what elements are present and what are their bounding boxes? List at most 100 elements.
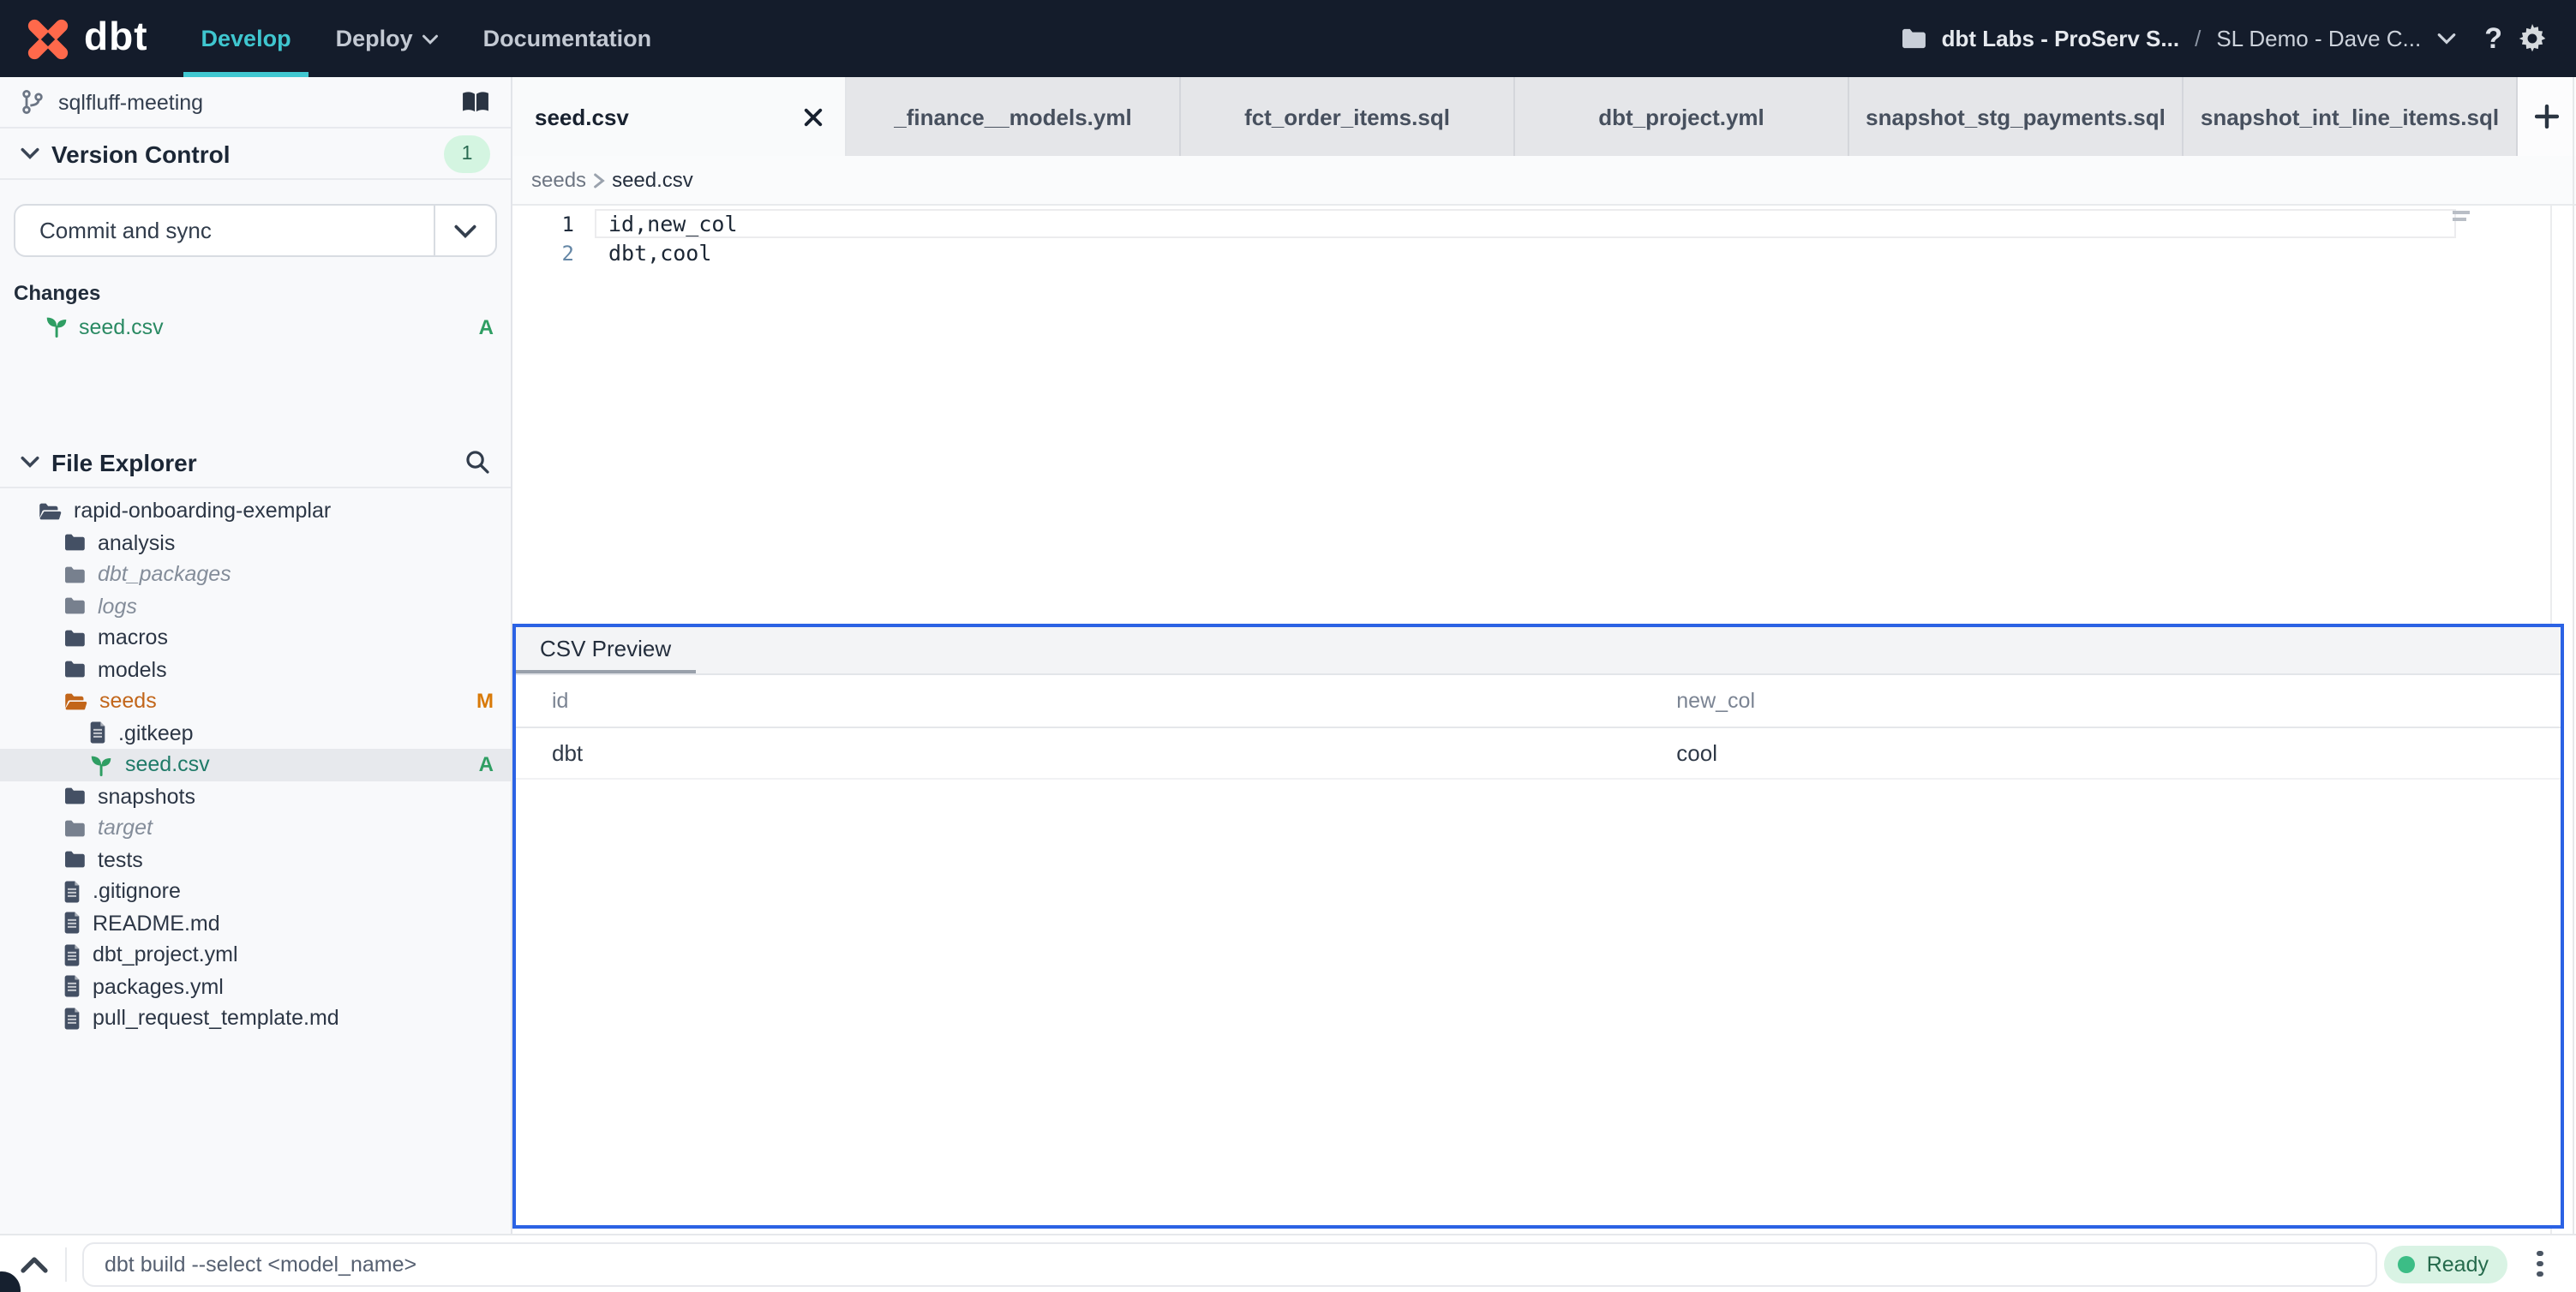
chevron-down-icon bbox=[454, 224, 476, 237]
account-name[interactable]: dbt Labs - ProServ S... bbox=[1942, 26, 2179, 51]
gear-icon[interactable] bbox=[2518, 24, 2547, 53]
tree-item-pull-request-template-md[interactable]: pull_request_template.md bbox=[0, 1002, 511, 1034]
folder-icon bbox=[1901, 27, 1926, 50]
tree-item-dbt-packages[interactable]: dbt_packages bbox=[0, 559, 511, 590]
dbt-command-input[interactable] bbox=[82, 1241, 2377, 1286]
git-status-badge: A bbox=[478, 752, 494, 777]
tree-item-label: analysis bbox=[98, 530, 176, 555]
chevron-down-icon bbox=[422, 33, 439, 44]
git-branch-row[interactable]: sqlfluff-meeting bbox=[0, 77, 511, 129]
tab-dbt-project-yml[interactable]: dbt_project.yml bbox=[1515, 77, 1849, 156]
main-editor-area: seed.csv _finance__models.yml fct_order_it… bbox=[512, 77, 2576, 1234]
tree-item-label: seeds bbox=[99, 689, 157, 714]
nav-deploy[interactable]: Deploy bbox=[314, 0, 461, 77]
column-header: id bbox=[552, 689, 569, 713]
close-tab-icon[interactable] bbox=[804, 107, 823, 126]
version-control-header[interactable]: Version Control 1 bbox=[0, 129, 511, 180]
file-icon bbox=[63, 976, 81, 998]
nav-develop[interactable]: Develop bbox=[179, 0, 314, 77]
tab-label: snapshot_int_line_items.sql bbox=[2200, 104, 2500, 129]
tab-snapshot-stg-payments-sql[interactable]: snapshot_stg_payments.sql bbox=[1849, 77, 2184, 156]
project-name[interactable]: SL Demo - Dave C... bbox=[2216, 26, 2421, 51]
tab-label: seed.csv bbox=[535, 104, 629, 129]
file-tree: rapid-onboarding-exemplar analysis dbt_pac… bbox=[0, 488, 511, 1034]
changed-file-row[interactable]: seed.csv A bbox=[0, 310, 511, 343]
tree-item-seed-csv[interactable]: seed.csv A bbox=[0, 749, 511, 781]
tree-item-packages-yml[interactable]: packages.yml bbox=[0, 971, 511, 1002]
status-text: Ready bbox=[2426, 1252, 2489, 1276]
kebab-menu-icon[interactable] bbox=[2518, 1250, 2562, 1277]
editor-lines: 1 id,new_col 2 dbt,cool bbox=[512, 206, 2576, 267]
tree-item-label: packages.yml bbox=[93, 974, 224, 999]
docs-book-icon[interactable] bbox=[461, 90, 490, 114]
branch-name: sqlfluff-meeting bbox=[58, 90, 204, 114]
chevron-down-icon[interactable] bbox=[2436, 33, 2455, 45]
changed-file-name: seed.csv bbox=[79, 314, 164, 338]
tab-fct-order-items-sql[interactable]: fct_order_items.sql bbox=[1181, 77, 1515, 156]
tree-item-analysis[interactable]: analysis bbox=[0, 527, 511, 559]
editor-line[interactable]: 1 id,new_col bbox=[512, 209, 2576, 238]
tree-item-snapshots[interactable]: snapshots bbox=[0, 781, 511, 812]
dbt-ide-window: dbt Develop Deploy Documentation dbt Labs … bbox=[0, 0, 2576, 1292]
tree-item--gitkeep[interactable]: .gitkeep bbox=[0, 717, 511, 749]
breadcrumb-item[interactable]: seeds bbox=[531, 168, 586, 192]
git-status-badge: A bbox=[478, 314, 494, 338]
tab-csv-preview[interactable]: CSV Preview bbox=[516, 627, 696, 673]
csv-preview-panel: CSV Preview id new_col dbt cool bbox=[512, 624, 2564, 1229]
editor-line[interactable]: 2 dbt,cool bbox=[512, 238, 2576, 267]
tab-label: snapshot_stg_payments.sql bbox=[1866, 104, 2166, 129]
tree-item-seeds[interactable]: seeds M bbox=[0, 685, 511, 717]
tree-item-models[interactable]: models bbox=[0, 654, 511, 685]
nav-label: Develop bbox=[201, 26, 291, 51]
nav-documentation[interactable]: Documentation bbox=[461, 0, 674, 77]
tree-item-tests[interactable]: tests bbox=[0, 844, 511, 876]
changes-list: seed.csv A bbox=[0, 305, 511, 343]
tree-item-label: dbt_project.yml bbox=[93, 942, 238, 967]
dbt-logo[interactable]: dbt bbox=[0, 0, 179, 77]
status-badge: Ready bbox=[2383, 1245, 2507, 1283]
preview-table-body: dbt cool bbox=[516, 728, 2561, 780]
tab-label: dbt_project.yml bbox=[1598, 104, 1764, 129]
seedling-icon bbox=[89, 754, 113, 776]
tree-item-rapid-onboarding-exemplar[interactable]: rapid-onboarding-exemplar bbox=[0, 495, 511, 527]
tab-seed-csv[interactable]: seed.csv bbox=[512, 77, 847, 156]
tree-item-macros[interactable]: macros bbox=[0, 622, 511, 654]
breadcrumb-item[interactable]: seed.csv bbox=[612, 168, 693, 192]
tree-item-dbt-project-yml[interactable]: dbt_project.yml bbox=[0, 939, 511, 971]
table-cell: dbt bbox=[552, 740, 584, 766]
folder-icon bbox=[63, 565, 86, 584]
sidebar: sqlfluff-meeting Version Control 1 Commi… bbox=[0, 77, 512, 1234]
tree-item--gitignore[interactable]: .gitignore bbox=[0, 876, 511, 907]
folder-icon bbox=[63, 661, 86, 679]
file-icon bbox=[89, 722, 106, 745]
window-scrollbar-track bbox=[2573, 77, 2574, 1234]
tab-label: fct_order_items.sql bbox=[1244, 104, 1450, 129]
commit-and-sync-button: Commit and sync bbox=[14, 204, 497, 257]
tree-item-label: README.md bbox=[93, 911, 220, 936]
tree-item-readme-md[interactable]: README.md bbox=[0, 907, 511, 939]
ready-dot-icon bbox=[2397, 1255, 2415, 1272]
command-bar: Ready bbox=[0, 1234, 2576, 1292]
search-icon[interactable] bbox=[464, 449, 490, 475]
tree-item-label: pull_request_template.md bbox=[93, 1006, 339, 1031]
tree-item-label: dbt_packages bbox=[98, 562, 231, 587]
commit-button-label[interactable]: Commit and sync bbox=[15, 206, 434, 255]
column-header: new_col bbox=[1676, 689, 1756, 713]
chevron-up-icon[interactable] bbox=[21, 1255, 48, 1272]
tab--finance-models-yml[interactable]: _finance__models.yml bbox=[847, 77, 1181, 156]
file-explorer-header[interactable]: File Explorer bbox=[0, 437, 511, 488]
git-branch-icon bbox=[21, 89, 45, 115]
tree-item-target[interactable]: target bbox=[0, 812, 511, 844]
tab-snapshot-int-line-items-sql[interactable]: snapshot_int_line_items.sql bbox=[2184, 77, 2518, 156]
help-icon[interactable]: ? bbox=[2484, 21, 2502, 56]
divider bbox=[65, 1247, 67, 1281]
new-tab-icon[interactable] bbox=[2518, 77, 2576, 156]
tab-label: _finance__models.yml bbox=[894, 104, 1132, 129]
commit-options-dropdown[interactable] bbox=[434, 206, 495, 255]
folder-icon bbox=[63, 787, 86, 806]
nav-label: Deploy bbox=[335, 26, 413, 51]
tree-item-label: seed.csv bbox=[125, 752, 210, 777]
table-row: dbt cool bbox=[516, 728, 2561, 780]
tree-item-logs[interactable]: logs bbox=[0, 590, 511, 622]
folder-icon bbox=[63, 819, 86, 838]
